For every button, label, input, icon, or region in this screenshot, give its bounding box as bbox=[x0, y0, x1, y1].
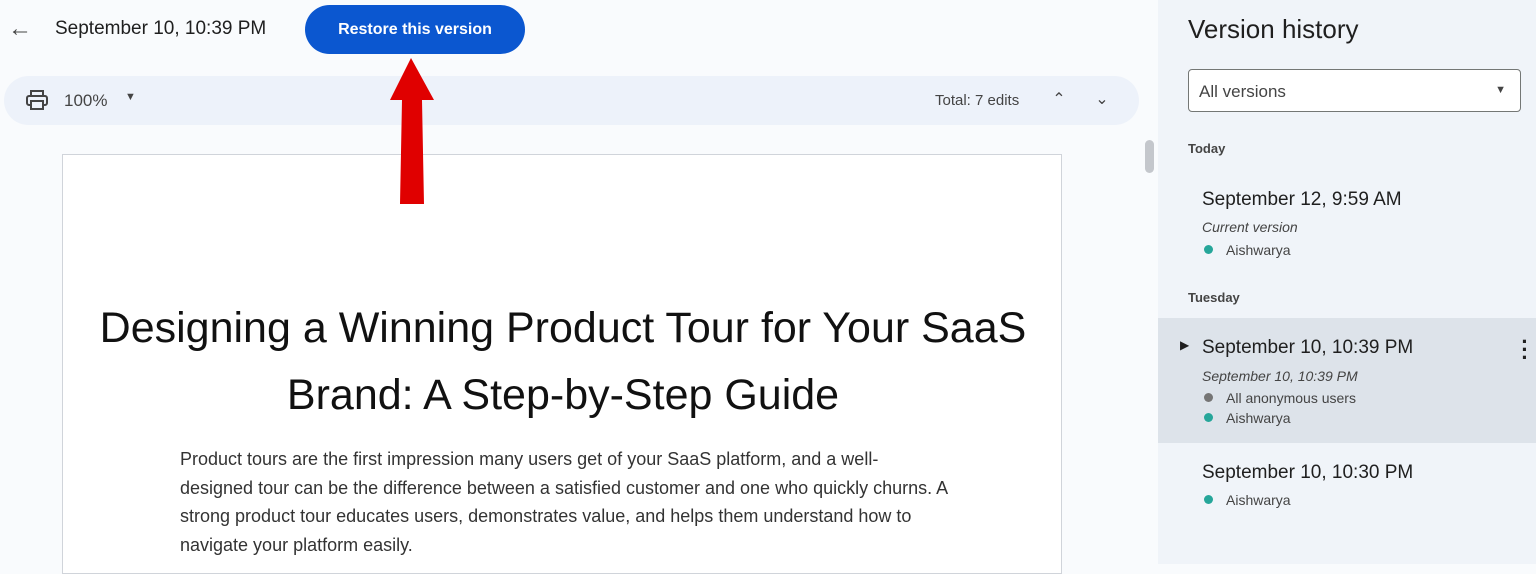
toolbar: 100% ▼ Total: 7 edits ⌃ ⌄ bbox=[4, 76, 1139, 125]
version-title: September 10, 10:39 PM bbox=[55, 18, 267, 39]
previous-edit-chevron-up-icon[interactable]: ⌃ bbox=[1047, 88, 1071, 112]
user-color-dot-icon bbox=[1204, 393, 1213, 402]
zoom-dropdown-icon[interactable]: ▼ bbox=[125, 91, 136, 103]
dropdown-icon: ▼ bbox=[1495, 84, 1506, 96]
document-page: Designing a Winning Product Tour for You… bbox=[62, 154, 1062, 574]
version-item-selected[interactable]: ▶ September 10, 10:39 PM · · · September 1… bbox=[1158, 318, 1536, 443]
version-user: Aishwarya bbox=[1204, 410, 1291, 426]
filter-value: All versions bbox=[1199, 82, 1286, 101]
user-color-dot-icon bbox=[1204, 413, 1213, 422]
panel-title: Version history bbox=[1188, 14, 1359, 44]
version-item[interactable]: September 12, 9:59 AM Current version Ai… bbox=[1158, 175, 1536, 270]
version-user: Aishwarya bbox=[1204, 492, 1291, 508]
version-subtitle: Current version bbox=[1202, 219, 1298, 235]
version-time: September 10, 10:39 PM bbox=[1202, 337, 1414, 358]
version-time: September 10, 10:30 PM bbox=[1202, 462, 1414, 483]
document-title: Designing a Winning Product Tour for You… bbox=[99, 304, 1027, 419]
version-item[interactable]: September 10, 10:30 PM Aishwarya bbox=[1158, 445, 1536, 525]
version-subtitle: September 10, 10:39 PM bbox=[1202, 368, 1358, 384]
version-history-panel: Version history All versions ▼ Today Sep… bbox=[1158, 0, 1536, 564]
next-edit-chevron-down-icon[interactable]: ⌄ bbox=[1090, 88, 1114, 112]
version-user: Aishwarya bbox=[1204, 242, 1291, 258]
scrollbar[interactable] bbox=[1145, 140, 1154, 173]
back-arrow-icon[interactable]: ← bbox=[8, 17, 34, 43]
restore-version-button[interactable]: Restore this version bbox=[305, 5, 525, 54]
version-filter-select[interactable]: All versions ▼ bbox=[1188, 69, 1521, 112]
group-label-today: Today bbox=[1188, 141, 1226, 156]
user-color-dot-icon bbox=[1204, 495, 1213, 504]
zoom-level[interactable]: 100% bbox=[64, 91, 107, 111]
document-paragraph: Product tours are the first impression m… bbox=[180, 449, 948, 555]
version-user: All anonymous users bbox=[1204, 390, 1356, 406]
version-time: September 12, 9:59 AM bbox=[1202, 189, 1402, 210]
expand-triangle-icon[interactable]: ▶ bbox=[1180, 338, 1189, 352]
group-label-tuesday: Tuesday bbox=[1188, 290, 1240, 305]
red-annotation-arrow-icon bbox=[390, 58, 434, 204]
total-edits: Total: 7 edits bbox=[935, 92, 1020, 109]
user-color-dot-icon bbox=[1204, 245, 1213, 254]
document-preview: ← September 10, 10:39 PM Restore this ve… bbox=[0, 0, 1158, 574]
more-options-icon[interactable]: · · · bbox=[1520, 331, 1530, 369]
print-icon[interactable] bbox=[26, 90, 48, 110]
